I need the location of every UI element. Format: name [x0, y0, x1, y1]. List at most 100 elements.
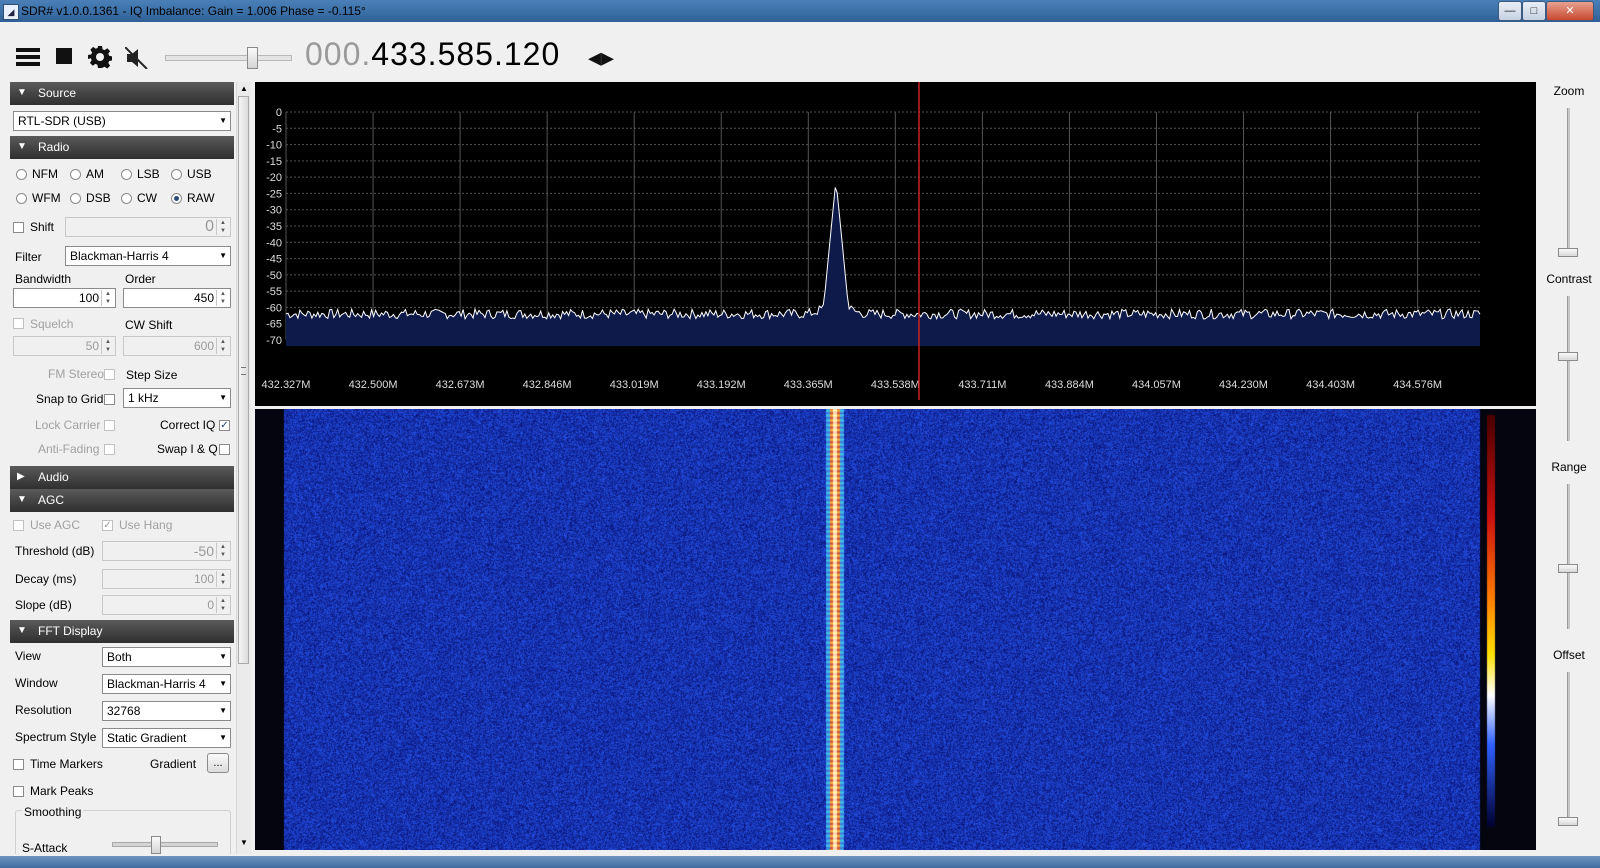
spin-arrows-icon[interactable]: ▲ ▼ — [101, 338, 114, 354]
y-tick-label: -25 — [266, 188, 282, 200]
close-button[interactable]: ✕ — [1546, 1, 1594, 21]
speaker-muted-icon[interactable] — [125, 47, 149, 69]
use-agc-checkbox[interactable] — [13, 520, 24, 531]
shift-label: Shift — [30, 220, 55, 234]
x-tick-label: 432.327M — [262, 379, 311, 391]
spectrum-display[interactable]: 0 -5 -10 -15 -20 -25 -30 -35 -40 -45 -50 -55 -60 -65 -… — [255, 82, 1536, 406]
frequency-prefix: 000. — [305, 36, 372, 72]
tune-arrows-icon[interactable]: ◂▸ — [588, 42, 614, 73]
squelch-label: Squelch — [30, 317, 74, 331]
shift-checkbox[interactable] — [13, 222, 24, 233]
spin-arrows-icon[interactable]: ▲ ▼ — [216, 338, 229, 354]
range-slider[interactable] — [1567, 484, 1570, 629]
mode-radio-nfm[interactable] — [16, 169, 27, 180]
use-hang-checkbox[interactable]: ✓ — [102, 520, 113, 531]
decay-input[interactable]: 100 ▲ ▼ — [102, 569, 231, 589]
hamburger-menu-icon[interactable] — [16, 46, 42, 68]
spin-arrows-icon[interactable]: ▲ ▼ — [216, 597, 229, 613]
mark-peaks-checkbox[interactable] — [13, 786, 24, 797]
zoom-thumb[interactable] — [1558, 248, 1578, 257]
window-label: Window — [15, 676, 58, 690]
y-tick-label: -20 — [266, 172, 282, 184]
spin-arrows-icon[interactable]: ▲ ▼ — [216, 290, 229, 306]
window-select[interactable]: Blackman-Harris 4 ▼ — [102, 674, 231, 694]
contrast-thumb[interactable] — [1558, 352, 1578, 361]
spin-arrows-icon[interactable]: ▲ ▼ — [101, 290, 114, 306]
swap-iq-checkbox[interactable] — [219, 444, 230, 455]
stop-icon[interactable] — [56, 48, 74, 66]
contrast-slider[interactable] — [1567, 296, 1570, 441]
correct-iq-checkbox[interactable]: ✓ — [219, 420, 230, 431]
source-device-select[interactable]: RTL-SDR (USB) ▼ — [13, 111, 231, 131]
offset-thumb[interactable] — [1558, 817, 1578, 826]
lock-carrier-checkbox[interactable] — [104, 420, 115, 431]
frequency-display[interactable]: 000.433.585.120 — [305, 36, 560, 73]
mode-radio-am[interactable] — [70, 169, 81, 180]
s-attack-slider[interactable] — [112, 836, 218, 854]
section-agc[interactable]: ▼ AGC — [10, 489, 234, 512]
waterfall-canvas[interactable] — [255, 409, 1536, 850]
squelch-checkbox[interactable] — [13, 318, 24, 329]
gradient-button[interactable]: ... — [207, 753, 229, 773]
y-tick-label: -40 — [266, 237, 282, 249]
gradient-label: Gradient — [150, 757, 197, 771]
step-size-select[interactable]: 1 kHz ▼ — [123, 388, 231, 408]
offset-slider[interactable] — [1567, 672, 1570, 822]
spectrum-style-select[interactable]: Static Gradient ▼ — [102, 728, 231, 748]
mode-label-wfm: WFM — [32, 191, 61, 205]
zoom-label: Zoom — [1553, 84, 1585, 98]
zoom-slider[interactable] — [1567, 108, 1570, 253]
bandwidth-input[interactable]: 100 ▲ ▼ — [13, 288, 116, 308]
fm-stereo-checkbox[interactable] — [104, 369, 115, 380]
time-markers-checkbox[interactable] — [13, 759, 24, 770]
minimize-button[interactable]: — — [1498, 1, 1522, 21]
waterfall-display[interactable] — [255, 409, 1536, 850]
snap-to-grid-checkbox[interactable] — [104, 394, 115, 405]
section-fft-display[interactable]: ▼ FFT Display — [10, 620, 234, 643]
spin-arrows-icon[interactable]: ▲ ▼ — [216, 219, 229, 235]
scroll-down-icon[interactable]: ▼ — [237, 838, 251, 847]
scroll-up-icon[interactable]: ▲ — [237, 84, 251, 93]
mark-peaks-label: Mark Peaks — [30, 784, 94, 798]
mode-radio-cw[interactable] — [121, 193, 132, 204]
volume-slider[interactable] — [165, 47, 292, 69]
section-radio[interactable]: ▼ Radio — [10, 136, 234, 159]
expand-arrow-icon: ▶ — [17, 471, 25, 482]
mode-radio-raw[interactable] — [171, 193, 182, 204]
order-input[interactable]: 450 ▲ ▼ — [123, 288, 231, 308]
filter-select[interactable]: Blackman-Harris 4 ▼ — [65, 246, 231, 266]
slope-input[interactable]: 0 ▲ ▼ — [102, 595, 231, 615]
maximize-button[interactable]: □ — [1522, 1, 1546, 21]
side-panel-scrollbar[interactable]: ▲ ▼ — [236, 82, 251, 854]
gear-icon[interactable] — [88, 45, 112, 69]
spin-arrows-icon[interactable]: ▲ ▼ — [216, 543, 229, 559]
x-tick-label: 433.365M — [784, 379, 833, 391]
app-icon: ◢ — [3, 4, 19, 20]
shift-input[interactable]: 0 ▲ ▼ — [65, 217, 231, 237]
mode-radio-wfm[interactable] — [16, 193, 27, 204]
cw-shift-label: CW Shift — [125, 318, 173, 332]
mode-radio-dsb[interactable] — [70, 193, 81, 204]
mode-radio-usb[interactable] — [171, 169, 182, 180]
s-attack-thumb[interactable] — [151, 836, 161, 854]
squelch-input[interactable]: 50 ▲ ▼ — [13, 336, 116, 356]
range-thumb[interactable] — [1558, 564, 1578, 573]
view-select[interactable]: Both ▼ — [102, 647, 231, 667]
scroll-thumb[interactable] — [238, 96, 249, 664]
mode-radio-lsb[interactable] — [121, 169, 132, 180]
spin-arrows-icon[interactable]: ▲ ▼ — [216, 571, 229, 587]
cw-shift-input[interactable]: 600 ▲ ▼ — [123, 336, 231, 356]
y-tick-label: -30 — [266, 205, 282, 217]
threshold-input[interactable]: -50 ▲ ▼ — [102, 541, 231, 561]
section-source[interactable]: ▼ Source — [10, 82, 234, 105]
anti-fading-checkbox[interactable] — [104, 444, 115, 455]
section-audio[interactable]: ▶ Audio — [10, 466, 234, 489]
resolution-select[interactable]: 32768 ▼ — [102, 701, 231, 721]
chevron-down-icon: ▼ — [219, 116, 227, 125]
y-tick-label: -10 — [266, 140, 282, 152]
volume-thumb[interactable] — [247, 47, 258, 69]
spectrum-chart[interactable]: 0 -5 -10 -15 -20 -25 -30 -35 -40 -45 -50 -55 -60 -65 -… — [255, 82, 1536, 406]
x-tick-label: 433.192M — [697, 379, 746, 391]
y-tick-label: -35 — [266, 221, 282, 233]
range-label: Range — [1551, 460, 1587, 474]
